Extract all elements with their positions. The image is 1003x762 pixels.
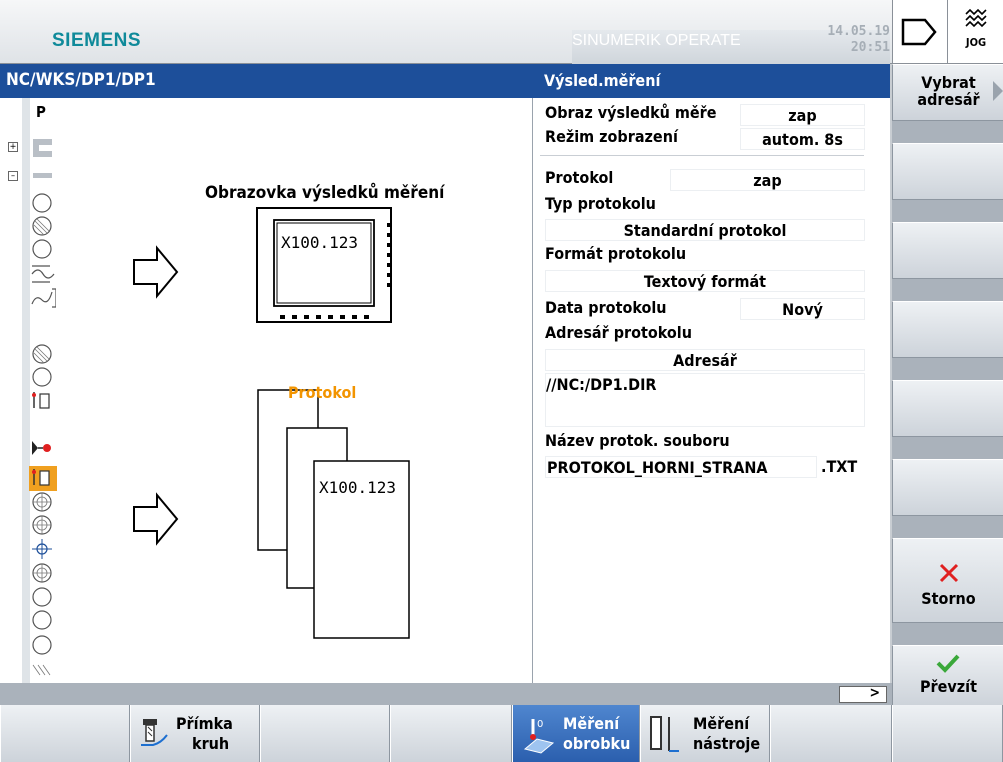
expand-toggle[interactable]: + <box>8 142 18 152</box>
result-display-label: Obraz výsledků měře <box>545 103 717 122</box>
display-mode-field[interactable]: autom. 8s <box>740 128 865 150</box>
date-time: 14.05.19 20:51 <box>792 24 890 56</box>
probe-measure-selected-icon[interactable] <box>30 467 56 489</box>
circle-cycle-icon[interactable] <box>30 609 56 631</box>
protocol-label: Protokol <box>545 168 614 187</box>
cancel-softkey[interactable]: Storno <box>892 538 1003 623</box>
operating-area-button[interactable] <box>892 0 947 64</box>
panel-title: Výsled.měření <box>533 64 890 98</box>
program-path: NC/WKS/DP1/DP1 <box>0 64 533 98</box>
collapse-toggle[interactable]: – <box>8 171 18 181</box>
softkey-empty-5[interactable] <box>892 380 1003 437</box>
jog-wave-icon <box>965 8 987 28</box>
softkey-empty-4[interactable] <box>892 301 1003 358</box>
select-directory-line2: adresář <box>917 90 980 109</box>
milling-tool-icon <box>141 719 168 746</box>
end-marker-icon[interactable] <box>30 658 56 678</box>
tool-measure-icon <box>650 716 679 752</box>
scroll-right-button[interactable]: > <box>839 685 887 703</box>
hsoftkey-empty-9[interactable] <box>892 705 1003 762</box>
softkey-empty-2[interactable] <box>892 143 1003 200</box>
jog-mode-button[interactable]: JOG <box>947 0 1003 64</box>
block-line-icon[interactable] <box>30 166 56 188</box>
tree-rail <box>22 98 30 683</box>
protocol-caption: Protokol <box>288 383 357 402</box>
measure-tool-line1: Měření <box>693 714 750 733</box>
cancel-x-icon <box>939 563 959 583</box>
arrow-to-protocol <box>133 492 179 546</box>
contour-wave-icon[interactable] <box>30 262 56 284</box>
time-text: 20:51 <box>850 40 890 55</box>
hsoftkey-empty-8[interactable] <box>770 705 892 762</box>
measure-tool-softkey[interactable]: Měření nástroje <box>640 705 770 762</box>
siemens-logo: SIEMENS <box>52 30 142 51</box>
select-directory-line1: Vybrat <box>921 73 976 92</box>
accept-softkey[interactable]: Převzít <box>892 645 1003 706</box>
hsoftkey-empty-1[interactable] <box>0 705 130 762</box>
protocol-file-label: Název protok. souboru <box>545 431 730 450</box>
chevron-right-icon: > <box>869 685 880 701</box>
jog-label: JOG <box>965 36 987 49</box>
more-arrow-icon <box>993 81 1003 101</box>
measure-workpiece-line1: Měření <box>563 714 620 733</box>
line-circle-line2: kruh <box>192 734 230 753</box>
measure-tool-line2: nástroje <box>693 734 761 753</box>
pocket-contour-icon[interactable] <box>30 286 56 308</box>
position-cross-icon[interactable] <box>30 538 56 560</box>
protocol-data-label: Data protokolu <box>545 298 667 317</box>
hole-pattern-icon[interactable] <box>30 514 56 536</box>
protocol-dir-label: Adresář protokolu <box>545 323 692 342</box>
product-name: SINUMERIK OPERATE <box>572 32 741 49</box>
circle-cycle-icon[interactable] <box>30 586 56 608</box>
horizontal-scrollbar[interactable] <box>0 683 892 705</box>
program-header-marker[interactable]: P <box>36 103 46 121</box>
protocol-type-field[interactable]: Standardní protokol <box>545 219 865 241</box>
section-divider <box>540 155 864 156</box>
protocol-type-label: Typ protokolu <box>545 194 656 213</box>
arrow-to-screen <box>133 245 179 299</box>
hole-pattern-icon[interactable] <box>30 491 56 513</box>
hole-pattern-icon[interactable] <box>30 562 56 584</box>
measure-workpiece-line2: obrobku <box>563 734 631 753</box>
block-bracket-icon[interactable] <box>30 137 56 159</box>
circle-cycle-icon[interactable] <box>30 634 56 656</box>
result-display-field[interactable]: zap <box>740 104 865 126</box>
line-circle-line1: Přímka <box>176 714 233 733</box>
circle-cycle-icon[interactable] <box>30 192 56 214</box>
protocol-field[interactable]: zap <box>670 169 865 191</box>
circle-cycle-icon[interactable] <box>30 366 56 388</box>
protocol-value-text: X100.123 <box>319 478 397 497</box>
hsoftkey-empty-4[interactable] <box>390 705 512 762</box>
hsoftkey-empty-3[interactable] <box>260 705 390 762</box>
circle-cycle-icon[interactable] <box>30 238 56 260</box>
protocol-dir-field[interactable]: Adresář <box>545 349 865 371</box>
protocol-data-field[interactable]: Nový <box>740 298 865 320</box>
hatched-circle-icon[interactable] <box>30 343 56 365</box>
protocol-dir-path-box[interactable]: //NC:/DP1.DIR <box>545 373 865 427</box>
protocol-file-extension: .TXT <box>821 457 858 476</box>
cancel-label: Storno <box>921 589 976 608</box>
machine-area-icon <box>901 18 937 46</box>
probe-point-icon[interactable] <box>30 437 56 459</box>
protocol-file-field[interactable]: PROTOKOL_HORNI_STRANA <box>545 456 817 478</box>
screen-value-text: X100.123 <box>281 233 359 252</box>
softkey-empty-3[interactable] <box>892 222 1003 279</box>
protocol-dir-path: //NC:/DP1.DIR <box>546 375 657 394</box>
protocol-format-label: Formát protokolu <box>545 244 687 263</box>
protocol-format-field[interactable]: Textový formát <box>545 270 865 292</box>
accept-label: Převzít <box>920 677 977 696</box>
date-text: 14.05.19 <box>827 24 890 39</box>
softkey-empty-6[interactable] <box>892 459 1003 516</box>
line-circle-softkey[interactable]: Přímka kruh <box>130 705 260 762</box>
select-directory-softkey[interactable]: Vybrat adresář <box>892 64 1003 121</box>
accept-check-icon <box>936 654 960 673</box>
workpiece-probe-icon: 0 <box>523 719 555 754</box>
probe-measure-icon[interactable] <box>30 390 56 412</box>
measure-workpiece-softkey[interactable]: 0 Měření obrobku <box>512 705 640 762</box>
hatched-circle-icon[interactable] <box>30 215 56 237</box>
svg-text:0: 0 <box>537 719 543 730</box>
display-mode-label: Režim zobrazení <box>545 127 678 146</box>
